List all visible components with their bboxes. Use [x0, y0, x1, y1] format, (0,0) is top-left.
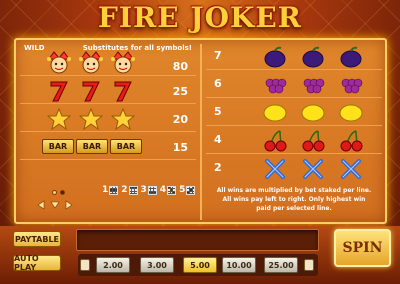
star-icon: [46, 107, 72, 131]
x-icon: [303, 159, 323, 179]
page-dot[interactable]: [52, 189, 57, 195]
payline-grid-icon: [186, 185, 196, 195]
bar-icon: BAR: [76, 139, 108, 154]
paytable-row-bar: BAR BAR BAR 15: [20, 134, 196, 160]
seven-icon: [114, 81, 132, 102]
payline-grid-icon: [109, 185, 119, 195]
paytable-row-x: 2: [206, 156, 382, 182]
payline-1: 1: [102, 185, 119, 195]
payline-grid-icon: [128, 185, 138, 195]
wild-label: WILD: [24, 44, 45, 52]
paytable-row-lemon: 5: [206, 100, 382, 126]
paytable-nav: [36, 200, 74, 210]
grapes-icon: [341, 78, 363, 94]
star-icon: [110, 107, 136, 131]
arrow-left-icon[interactable]: [36, 200, 46, 210]
grapes-icon: [303, 78, 325, 94]
bet-option[interactable]: 10.00: [222, 257, 256, 273]
autoplay-button[interactable]: AUTO PLAY: [13, 254, 61, 272]
bet-increase-icon[interactable]: [304, 259, 314, 271]
payout-value: 4: [214, 133, 222, 146]
payout-value: 6: [214, 77, 222, 90]
page-indicator: [52, 186, 65, 198]
paytable-row-cherry: 4: [206, 128, 382, 154]
cherry-icon: [340, 130, 363, 152]
cherry-icon: [264, 130, 287, 152]
bet-option[interactable]: 3.00: [140, 257, 174, 273]
payout-value: 5: [214, 105, 222, 118]
payline-2: 2: [121, 185, 138, 195]
bar-icon: BAR: [42, 139, 74, 154]
lemon-icon: [263, 104, 287, 122]
arrow-right-icon[interactable]: [64, 200, 74, 210]
paytable-row-wild: WILD Substitutes for all symbols! 80: [20, 42, 196, 76]
plum-icon: [340, 46, 362, 68]
game-title: FIRE JOKER: [98, 1, 302, 34]
column-divider: [200, 44, 202, 220]
payline-grid-icon: [167, 185, 177, 195]
payline-grid-icon: [147, 185, 157, 195]
payout-value: 80: [172, 60, 188, 73]
bet-option[interactable]: 2.00: [96, 257, 130, 273]
payout-value: 2: [214, 161, 222, 174]
paytable-rules: All wins are multiplied by bet staked pe…: [216, 187, 372, 212]
paytable-panel: WILD Substitutes for all symbols! 80 25 …: [14, 38, 387, 224]
payout-value: 7: [214, 49, 222, 62]
paytable-row-grapes: 6: [206, 72, 382, 98]
bar-icon: BAR: [110, 139, 142, 154]
joker-icon: [47, 51, 71, 74]
paytable-button[interactable]: PAYTABLE: [13, 231, 61, 247]
message-display: [76, 229, 319, 251]
paytable-row-star: 20: [20, 106, 196, 132]
joker-icon: [79, 51, 103, 74]
page-dot-active[interactable]: [60, 189, 65, 195]
joker-icon: [111, 51, 135, 74]
x-icon: [265, 159, 285, 179]
payout-value: 25: [172, 85, 188, 98]
star-icon: [78, 107, 104, 131]
plum-icon: [302, 46, 324, 68]
arrow-down-icon[interactable]: [50, 200, 60, 210]
payout-value: 20: [172, 113, 188, 126]
spin-button[interactable]: SPIN: [334, 229, 391, 267]
paytable-row-seven: 25: [20, 78, 196, 104]
seven-icon: [50, 81, 68, 102]
bet-option-selected[interactable]: 5.00: [183, 257, 217, 273]
bet-option[interactable]: 25.00: [264, 257, 298, 273]
paylines-legend: 1 2 3 4 5: [102, 185, 196, 195]
plum-icon: [264, 46, 286, 68]
grapes-icon: [265, 78, 287, 94]
lemon-icon: [301, 104, 325, 122]
x-icon: [341, 159, 361, 179]
paytable-row-plum: 7: [206, 44, 382, 70]
bet-decrease-icon[interactable]: [80, 259, 90, 271]
cherry-icon: [302, 130, 325, 152]
seven-icon: [82, 81, 100, 102]
payout-value: 15: [172, 141, 188, 154]
payline-5: 5: [179, 185, 196, 195]
payline-3: 3: [141, 185, 157, 195]
payline-4: 4: [160, 185, 177, 195]
lemon-icon: [339, 104, 363, 122]
